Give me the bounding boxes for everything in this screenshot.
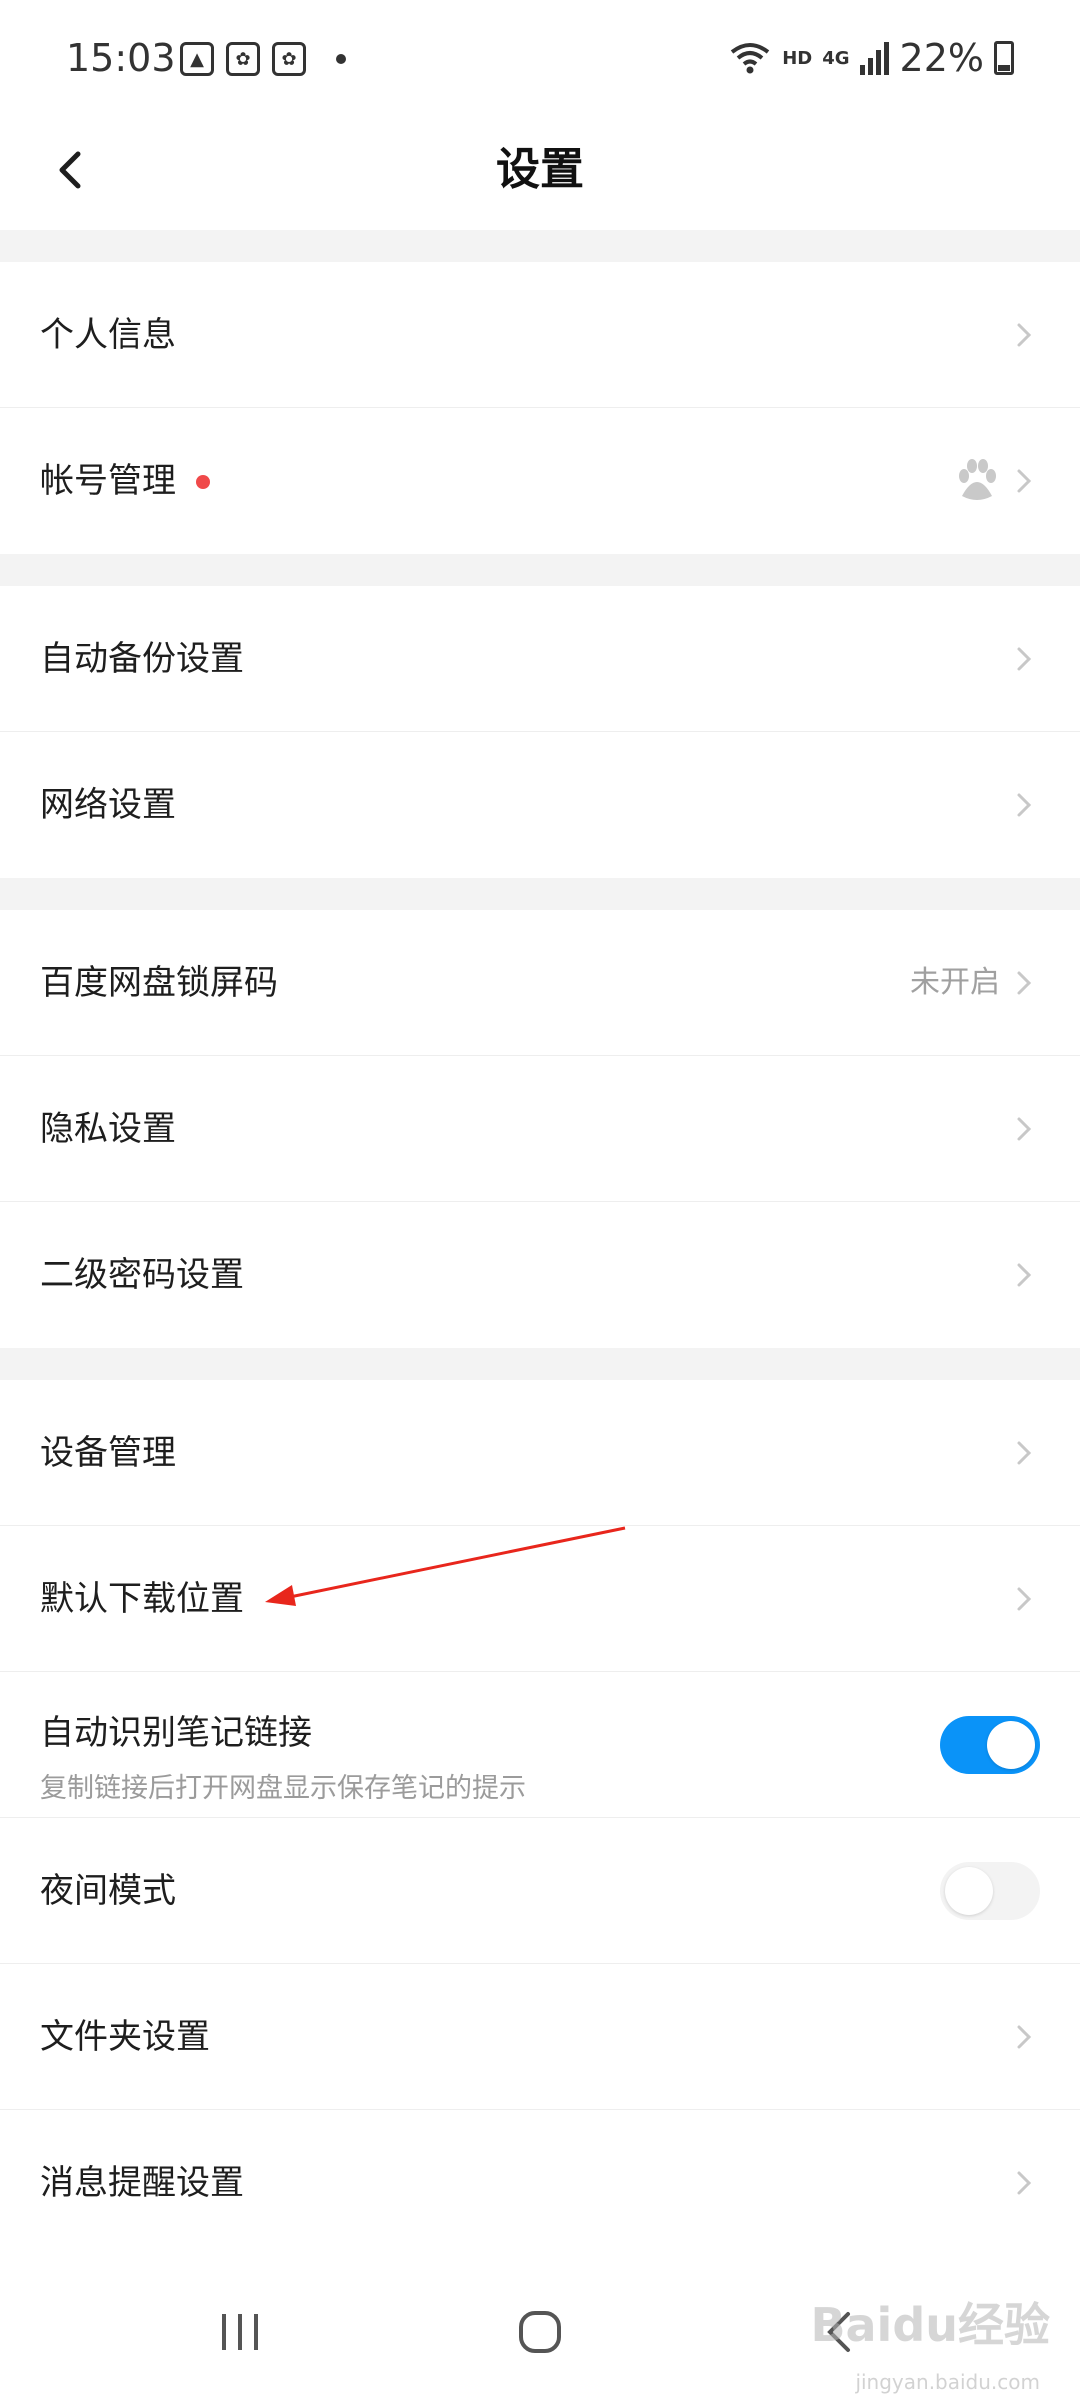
settings-row-night-mode: 夜间模式: [0, 1818, 1080, 1964]
chevron-right-icon: [1006, 317, 1042, 353]
row-label: 消息提醒设置: [40, 2163, 244, 2203]
row-label: 隐私设置: [40, 1109, 176, 1149]
settings-row-personal-info[interactable]: 个人信息: [0, 262, 1080, 408]
section-divider: [0, 554, 1080, 586]
baidu-jingyan-watermark: Baidu经验: [810, 2298, 1050, 2352]
signal-icon: [859, 42, 889, 75]
status-time: 15:03: [66, 36, 176, 80]
settings-list: 个人信息 帐号管理 自动备份设置 网络设置 百度网盘锁屏码 未开启 隐私设置 二…: [0, 230, 1080, 2256]
baidu-paw-icon: [952, 456, 1002, 506]
chevron-right-icon: [1006, 641, 1042, 677]
recent-apps-button[interactable]: [200, 2292, 280, 2372]
status-bar: 15:03 ▲ ✿ ✿ HD 4G 22%: [0, 0, 1080, 110]
settings-row-network[interactable]: 网络设置: [0, 732, 1080, 878]
row-label: 二级密码设置: [40, 1255, 244, 1295]
chevron-right-icon: [1006, 965, 1042, 1001]
settings-row-account-management[interactable]: 帐号管理: [0, 408, 1080, 554]
settings-row-note-link-detection: 自动识别笔记链接 复制链接后打开网盘显示保存笔记的提示: [0, 1672, 1080, 1818]
settings-row-notification-settings[interactable]: 消息提醒设置: [0, 2110, 1080, 2256]
chevron-right-icon: [1006, 787, 1042, 823]
section-divider: [0, 1348, 1080, 1380]
settings-row-privacy[interactable]: 隐私设置: [0, 1056, 1080, 1202]
row-label: 文件夹设置: [40, 2017, 210, 2057]
settings-row-folder-settings[interactable]: 文件夹设置: [0, 1964, 1080, 2110]
row-label: 帐号管理: [40, 461, 176, 501]
row-label: 个人信息: [40, 315, 176, 355]
settings-row-default-download-location[interactable]: 默认下载位置: [0, 1526, 1080, 1672]
watermark-url: jingyan.baidu.com: [855, 2370, 1040, 2394]
page-title: 设置: [496, 144, 584, 195]
night-mode-toggle[interactable]: [940, 1862, 1040, 1920]
row-label: 网络设置: [40, 785, 176, 825]
row-subtitle: 复制链接后打开网盘显示保存笔记的提示: [40, 1773, 526, 1804]
row-label: 默认下载位置: [40, 1579, 244, 1619]
section-divider: [0, 230, 1080, 262]
chevron-right-icon: [1006, 1111, 1042, 1147]
settings-row-lock-screen-code[interactable]: 百度网盘锁屏码 未开启: [0, 910, 1080, 1056]
chevron-right-icon: [1006, 1581, 1042, 1617]
settings-row-auto-backup[interactable]: 自动备份设置: [0, 586, 1080, 732]
notification-icons: ▲ ✿ ✿: [180, 42, 346, 76]
row-label: 设备管理: [40, 1433, 176, 1473]
chevron-right-icon: [1006, 2165, 1042, 2201]
hd-label: HD: [782, 47, 813, 69]
battery-icon: [994, 41, 1014, 75]
toggle-knob: [987, 1721, 1035, 1769]
row-label: 自动备份设置: [40, 639, 244, 679]
more-notifications-icon: [336, 54, 346, 64]
chevron-right-icon: [1006, 2019, 1042, 2055]
battery-percentage: 22%: [899, 36, 984, 80]
baidu-notification-icon: ✿: [272, 42, 306, 76]
section-divider: [0, 878, 1080, 910]
row-value: 未开启: [910, 965, 1000, 1000]
network-type: 4G: [822, 47, 850, 69]
home-button[interactable]: [500, 2292, 580, 2372]
home-icon: [519, 2311, 561, 2353]
row-label: 百度网盘锁屏码: [40, 963, 278, 1003]
chevron-right-icon: [1006, 1257, 1042, 1293]
row-label: 自动识别笔记链接: [40, 1713, 312, 1753]
chevron-right-icon: [1006, 1435, 1042, 1471]
red-dot-badge: [196, 475, 210, 489]
row-label: 夜间模式: [40, 1871, 176, 1911]
baidu-notification-icon: ✿: [226, 42, 260, 76]
header-bar: 设置: [0, 110, 1080, 230]
status-right: HD 4G 22%: [728, 36, 1014, 80]
recent-apps-icon: [222, 2314, 258, 2350]
settings-row-secondary-password[interactable]: 二级密码设置: [0, 1202, 1080, 1348]
note-link-toggle[interactable]: [940, 1716, 1040, 1774]
wifi-icon: [730, 43, 770, 74]
chevron-right-icon: [1006, 463, 1042, 499]
gallery-icon: ▲: [180, 42, 214, 76]
toggle-knob: [945, 1867, 993, 1915]
settings-row-device-management[interactable]: 设备管理: [0, 1380, 1080, 1526]
